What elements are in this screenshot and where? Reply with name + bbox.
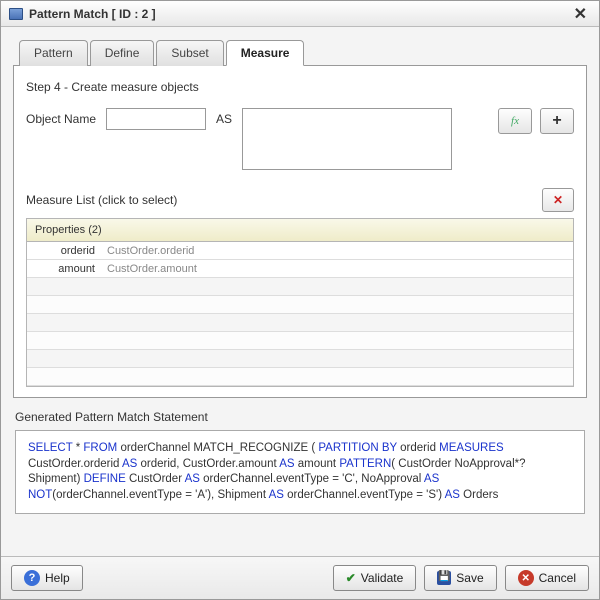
help-label: Help bbox=[45, 571, 70, 585]
expression-builder-button[interactable]: fx bbox=[498, 108, 532, 134]
row-value: CustOrder.orderid bbox=[103, 245, 573, 257]
cancel-label: Cancel bbox=[539, 571, 576, 585]
validate-button[interactable]: ✔ Validate bbox=[333, 565, 417, 591]
row-value: CustOrder.amount bbox=[103, 263, 573, 275]
plus-icon: + bbox=[552, 113, 561, 129]
footer: ? Help ✔ Validate 💾 Save ✕ Cancel bbox=[1, 556, 599, 599]
tabstrip: Pattern Define Subset Measure bbox=[13, 39, 587, 66]
table-row-empty bbox=[27, 350, 573, 368]
table-row[interactable]: orderid CustOrder.orderid bbox=[27, 242, 573, 260]
object-name-input[interactable] bbox=[106, 108, 206, 130]
cancel-button[interactable]: ✕ Cancel bbox=[505, 565, 589, 591]
table-row-empty bbox=[27, 368, 573, 386]
fx-icon: fx bbox=[511, 115, 519, 127]
save-label: Save bbox=[456, 571, 483, 585]
step-label: Step 4 - Create measure objects bbox=[26, 80, 574, 94]
save-icon: 💾 bbox=[437, 571, 451, 585]
measure-list-header: Measure List (click to select) bbox=[26, 193, 177, 207]
as-label: AS bbox=[216, 108, 232, 126]
tab-pattern[interactable]: Pattern bbox=[19, 40, 88, 66]
table-row-empty bbox=[27, 296, 573, 314]
add-button[interactable]: + bbox=[540, 108, 574, 134]
object-name-label: Object Name bbox=[26, 108, 96, 126]
table-row-empty bbox=[27, 332, 573, 350]
generated-label: Generated Pattern Match Statement bbox=[15, 410, 585, 424]
table-row-empty bbox=[27, 314, 573, 332]
table-row-empty bbox=[27, 278, 573, 296]
row-name: orderid bbox=[27, 245, 103, 257]
table-row[interactable]: amount CustOrder.amount bbox=[27, 260, 573, 278]
titlebar: Pattern Match [ ID : 2 ] ✕ bbox=[1, 1, 599, 27]
window-icon bbox=[9, 8, 23, 20]
tab-measure[interactable]: Measure bbox=[226, 40, 305, 66]
delete-button[interactable]: ✕ bbox=[542, 188, 574, 212]
row-name: amount bbox=[27, 263, 103, 275]
as-input[interactable] bbox=[242, 108, 452, 170]
save-button[interactable]: 💾 Save bbox=[424, 565, 496, 591]
properties-table: Properties (2) orderid CustOrder.orderid… bbox=[26, 218, 574, 387]
tab-define[interactable]: Define bbox=[90, 40, 155, 66]
window-title: Pattern Match [ ID : 2 ] bbox=[29, 7, 156, 21]
validate-label: Validate bbox=[361, 571, 403, 585]
close-icon[interactable]: ✕ bbox=[570, 4, 591, 24]
delete-icon: ✕ bbox=[553, 193, 563, 207]
cancel-icon: ✕ bbox=[518, 570, 534, 586]
measure-panel: Step 4 - Create measure objects Object N… bbox=[13, 66, 587, 398]
help-icon: ? bbox=[24, 570, 40, 586]
generated-statement: SELECT * FROM orderChannel MATCH_RECOGNI… bbox=[15, 430, 585, 514]
tab-subset[interactable]: Subset bbox=[156, 40, 223, 66]
help-button[interactable]: ? Help bbox=[11, 565, 83, 591]
properties-header: Properties (2) bbox=[27, 219, 573, 242]
check-icon: ✔ bbox=[346, 571, 356, 585]
